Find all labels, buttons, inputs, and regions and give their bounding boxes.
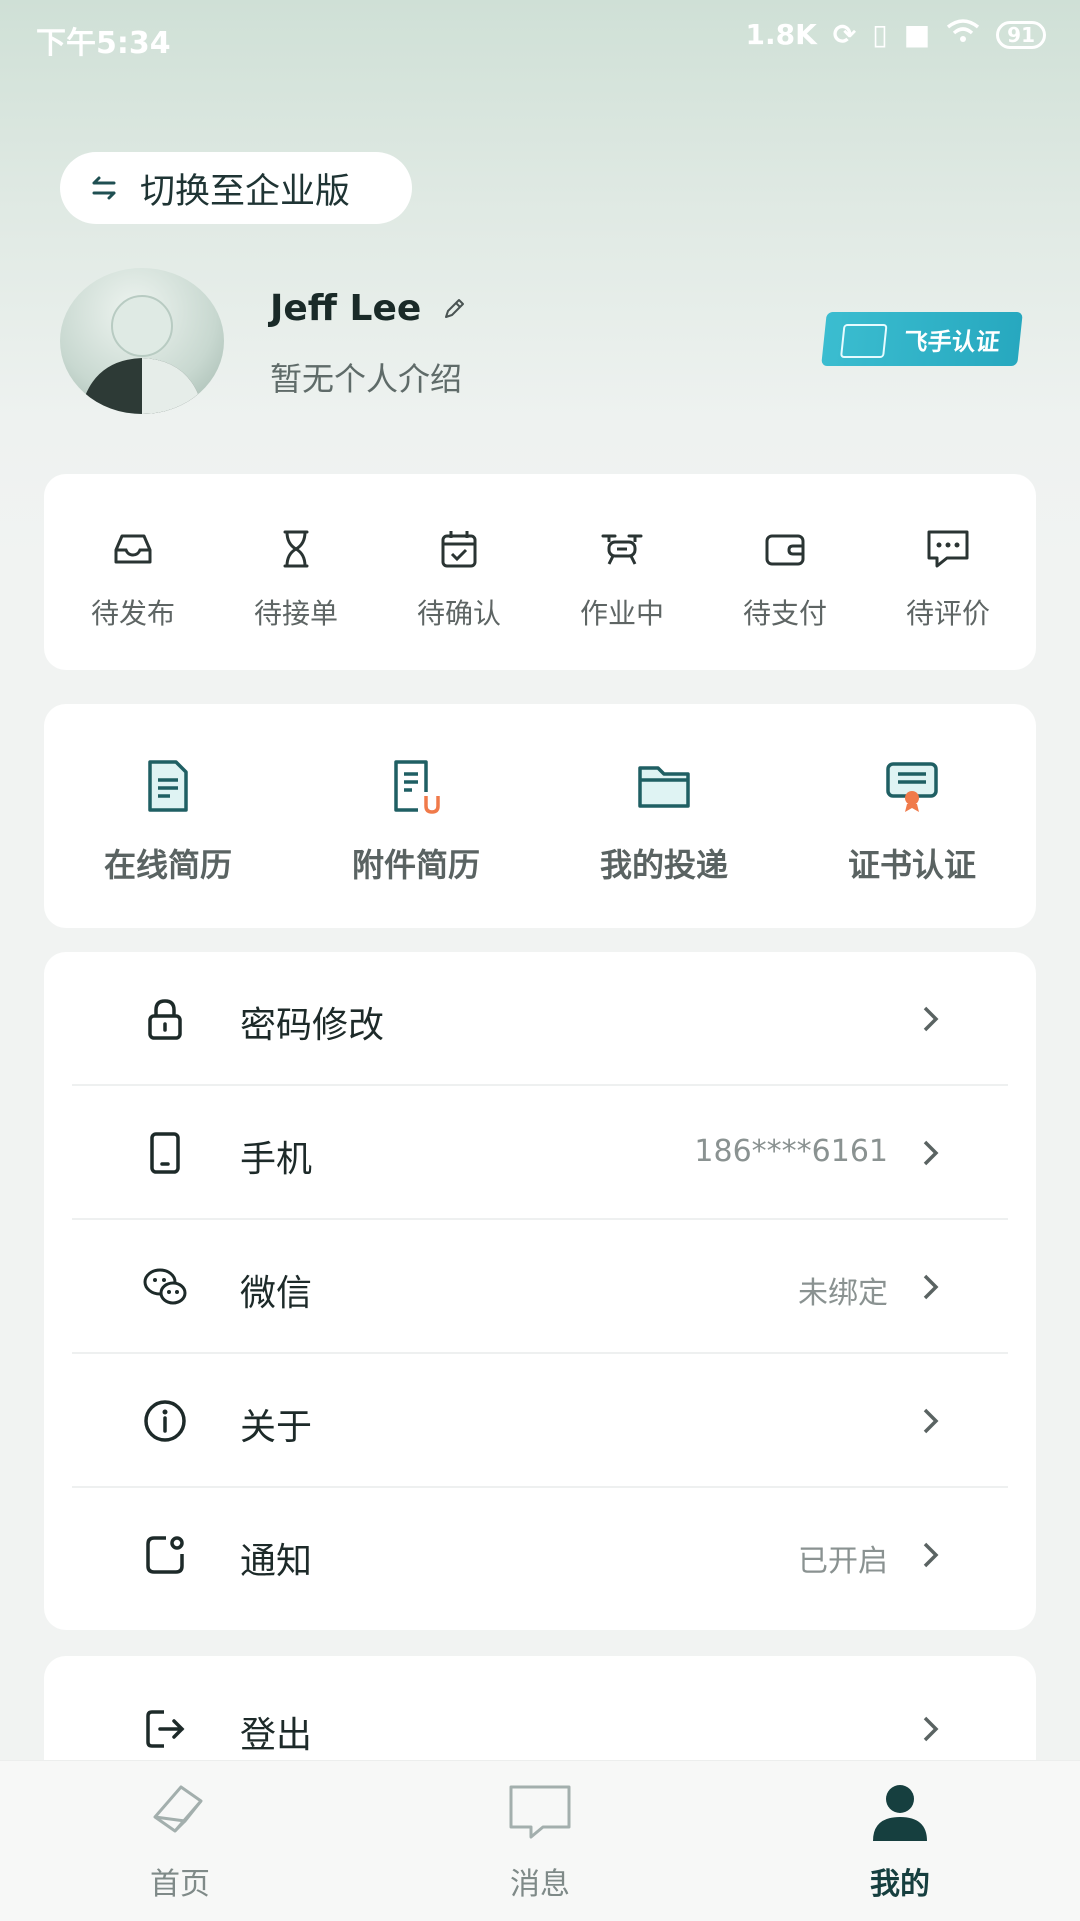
settings-label: 微信 xyxy=(240,1273,313,1314)
tab-messages[interactable]: 消息 xyxy=(440,1781,640,1903)
settings-value: 186****6161 xyxy=(694,1134,888,1169)
resume-card: 在线简历 附件简历 我的投递 证书认证 xyxy=(44,704,1036,928)
logout-icon xyxy=(146,1710,185,1748)
settings-label: 关于 xyxy=(240,1407,313,1448)
settings-value: 未绑定 xyxy=(798,1276,888,1311)
resume-label: 我的投递 xyxy=(599,846,728,884)
settings-value: 已开启 xyxy=(798,1544,888,1579)
attachment-document-icon xyxy=(394,760,440,814)
certificate-icon xyxy=(886,762,938,812)
order-pending-confirm[interactable]: 待确认 xyxy=(394,524,524,632)
wallet-icon xyxy=(765,534,805,566)
pilot-cert-badge[interactable]: 飞手认证 xyxy=(821,312,1023,366)
message-icon xyxy=(509,1785,571,1839)
order-label: 待接单 xyxy=(253,597,338,630)
battery-indicator: 91 xyxy=(996,20,1046,49)
resume-label: 证书认证 xyxy=(847,846,976,884)
tab-me[interactable]: 我的 xyxy=(800,1781,1000,1903)
wifi-icon xyxy=(946,18,980,51)
order-label: 作业中 xyxy=(579,597,664,630)
order-pending-review[interactable]: 待评价 xyxy=(883,524,1013,632)
order-label: 待评价 xyxy=(905,597,990,630)
chevron-right-icon xyxy=(923,1006,939,1032)
chevron-right-icon xyxy=(923,1274,939,1300)
tab-label: 首页 xyxy=(150,1867,210,1902)
settings-row-about[interactable]: 关于 xyxy=(72,1354,1008,1488)
tab-label: 我的 xyxy=(870,1867,930,1902)
id-card-icon xyxy=(840,324,888,358)
bottom-tab-bar: 首页 消息 我的 xyxy=(0,1760,1080,1921)
settings-row-notification[interactable]: 通知 已开启 xyxy=(72,1488,1008,1622)
profile-bio: 暂无个人介绍 xyxy=(270,360,463,398)
comment-icon xyxy=(927,530,969,568)
order-label: 待确认 xyxy=(416,597,501,630)
order-pending-accept[interactable]: 待接单 xyxy=(231,524,361,632)
profile-name-row: Jeff Lee xyxy=(270,288,467,329)
order-status-card: 待发布 待接单 待确认 作业中 待支付 待评价 xyxy=(44,474,1036,670)
order-in-progress[interactable]: 作业中 xyxy=(557,524,687,632)
chevron-right-icon xyxy=(923,1140,939,1166)
vibrate-icon: ▯ xyxy=(872,18,888,51)
badge-label: 飞手认证 xyxy=(902,327,1002,356)
my-applications[interactable]: 我的投递 xyxy=(564,756,764,886)
drone-icon xyxy=(601,534,643,565)
attachment-resume[interactable]: 附件简历 xyxy=(316,756,516,886)
chevron-right-icon xyxy=(923,1408,939,1434)
info-icon xyxy=(144,1400,186,1442)
sim-icon: ■ xyxy=(903,18,931,51)
order-label: 待支付 xyxy=(742,597,827,630)
folder-icon xyxy=(638,766,690,808)
status-bar: 下午5:34 1.8K ⟳ ▯ ■ 91 xyxy=(0,0,1080,72)
chevron-right-icon xyxy=(923,1716,939,1742)
user-icon xyxy=(873,1785,927,1841)
switch-enterprise-label: 切换至企业版 xyxy=(140,171,351,212)
settings-label: 手机 xyxy=(240,1139,313,1180)
resume-label: 附件简历 xyxy=(351,846,480,884)
order-pending-payment[interactable]: 待支付 xyxy=(720,524,850,632)
order-label: 待发布 xyxy=(90,597,175,630)
settings-label: 密码修改 xyxy=(240,1005,385,1046)
status-time: 下午5:34 xyxy=(36,26,171,61)
settings-row-wechat[interactable]: 微信 未绑定 xyxy=(72,1220,1008,1354)
chevron-right-icon xyxy=(923,1542,939,1568)
switch-enterprise-button[interactable]: 切换至企业版 xyxy=(60,152,412,224)
home-icon xyxy=(153,1785,203,1833)
tab-home[interactable]: 首页 xyxy=(80,1781,280,1903)
notification-icon xyxy=(146,1536,184,1574)
wechat-icon xyxy=(143,1268,187,1305)
online-resume[interactable]: 在线简历 xyxy=(68,756,268,886)
swap-icon xyxy=(92,176,116,200)
avatar[interactable] xyxy=(60,268,224,414)
resume-label: 在线简历 xyxy=(103,846,232,884)
edit-icon[interactable] xyxy=(441,296,467,322)
settings-label: 通知 xyxy=(240,1541,313,1582)
logout-label: 登出 xyxy=(240,1715,313,1756)
settings-row-phone[interactable]: 手机 186****6161 xyxy=(72,1086,1008,1220)
certificate-verification[interactable]: 证书认证 xyxy=(812,756,1012,886)
calendar-check-icon xyxy=(441,531,477,568)
tab-label: 消息 xyxy=(510,1867,570,1902)
document-icon xyxy=(148,760,188,812)
profile-name: Jeff Lee xyxy=(270,288,422,329)
hourglass-icon xyxy=(283,530,309,568)
inbox-icon xyxy=(114,534,152,564)
lock-icon xyxy=(148,999,182,1040)
settings-card: 密码修改 手机 186****6161 微信 未绑定 关于 通知 已开启 xyxy=(44,952,1036,1630)
sync-icon: ⟳ xyxy=(832,18,857,51)
settings-row-password[interactable]: 密码修改 xyxy=(72,952,1008,1086)
net-speed: 1.8K xyxy=(745,18,817,51)
order-pending-publish[interactable]: 待发布 xyxy=(68,524,198,632)
phone-icon xyxy=(150,1132,180,1174)
